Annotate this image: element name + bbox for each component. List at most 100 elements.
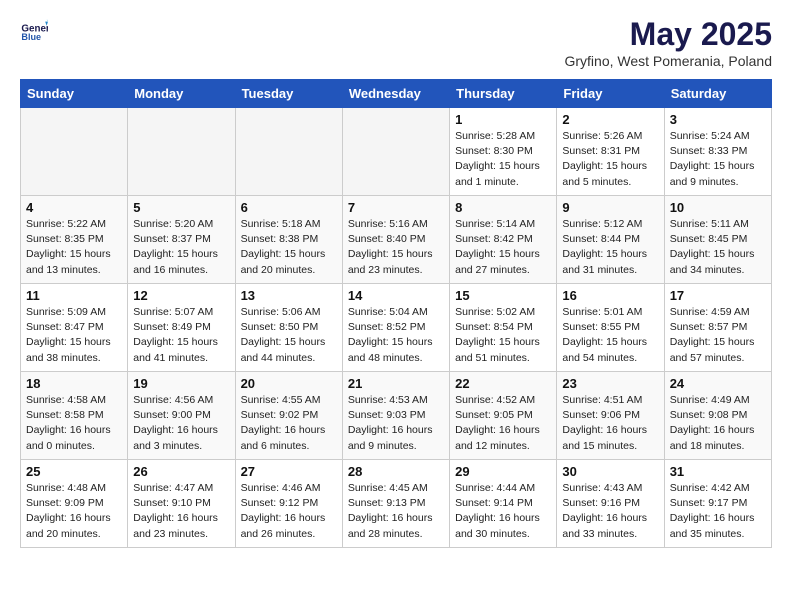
cell-info: Sunrise: 5:04 AMSunset: 8:52 PMDaylight:… — [348, 305, 444, 366]
calendar-cell: 9 Sunrise: 5:12 AMSunset: 8:44 PMDaylight… — [557, 196, 664, 284]
day-number: 12 — [133, 288, 229, 303]
calendar-cell — [235, 108, 342, 196]
calendar-cell: 14 Sunrise: 5:04 AMSunset: 8:52 PMDayligh… — [342, 284, 449, 372]
svg-text:Blue: Blue — [21, 32, 41, 42]
cell-info: Sunrise: 4:52 AMSunset: 9:05 PMDaylight:… — [455, 393, 551, 454]
cell-info: Sunrise: 5:14 AMSunset: 8:42 PMDaylight:… — [455, 217, 551, 278]
month-title: May 2025 — [564, 16, 772, 53]
day-number: 18 — [26, 376, 122, 391]
day-number: 28 — [348, 464, 444, 479]
day-number: 14 — [348, 288, 444, 303]
week-row-5: 25 Sunrise: 4:48 AMSunset: 9:09 PMDayligh… — [21, 460, 772, 548]
day-number: 7 — [348, 200, 444, 215]
calendar-cell: 1Sunrise: 5:28 AMSunset: 8:30 PMDaylight… — [450, 108, 557, 196]
calendar-cell: 11Sunrise: 5:09 AMSunset: 8:47 PMDayligh… — [21, 284, 128, 372]
cell-info: Sunrise: 5:18 AMSunset: 8:38 PMDaylight:… — [241, 217, 337, 278]
calendar-cell: 30 Sunrise: 4:43 AMSunset: 9:16 PMDayligh… — [557, 460, 664, 548]
col-header-wednesday: Wednesday — [342, 80, 449, 108]
cell-info: Sunrise: 5:01 AMSunset: 8:55 PMDaylight:… — [562, 305, 658, 366]
week-row-1: 1Sunrise: 5:28 AMSunset: 8:30 PMDaylight… — [21, 108, 772, 196]
calendar-cell: 28Sunrise: 4:45 AMSunset: 9:13 PMDayligh… — [342, 460, 449, 548]
cell-info: Sunrise: 4:58 AMSunset: 8:58 PMDaylight:… — [26, 393, 122, 454]
calendar-cell: 23 Sunrise: 4:51 AMSunset: 9:06 PMDayligh… — [557, 372, 664, 460]
day-number: 15 — [455, 288, 551, 303]
calendar-cell: 3 Sunrise: 5:24 AMSunset: 8:33 PMDaylight… — [664, 108, 771, 196]
logo: General Blue — [20, 16, 48, 44]
day-number: 27 — [241, 464, 337, 479]
cell-info: Sunrise: 4:53 AMSunset: 9:03 PMDaylight:… — [348, 393, 444, 454]
calendar-cell: 20 Sunrise: 4:55 AMSunset: 9:02 PMDayligh… — [235, 372, 342, 460]
day-number: 21 — [348, 376, 444, 391]
cell-info: Sunrise: 4:51 AMSunset: 9:06 PMDaylight:… — [562, 393, 658, 454]
day-number: 8 — [455, 200, 551, 215]
calendar-cell: 13 Sunrise: 5:06 AMSunset: 8:50 PMDayligh… — [235, 284, 342, 372]
calendar-cell: 10 Sunrise: 5:11 AMSunset: 8:45 PMDayligh… — [664, 196, 771, 284]
col-header-thursday: Thursday — [450, 80, 557, 108]
calendar-cell: 7 Sunrise: 5:16 AMSunset: 8:40 PMDaylight… — [342, 196, 449, 284]
cell-info: Sunrise: 4:43 AMSunset: 9:16 PMDaylight:… — [562, 481, 658, 542]
col-header-monday: Monday — [128, 80, 235, 108]
cell-info: Sunrise: 5:11 AMSunset: 8:45 PMDaylight:… — [670, 217, 766, 278]
col-header-sunday: Sunday — [21, 80, 128, 108]
cell-info: Sunrise: 5:22 AMSunset: 8:35 PMDaylight:… — [26, 217, 122, 278]
calendar-cell: 12 Sunrise: 5:07 AMSunset: 8:49 PMDayligh… — [128, 284, 235, 372]
week-row-3: 11Sunrise: 5:09 AMSunset: 8:47 PMDayligh… — [21, 284, 772, 372]
day-number: 16 — [562, 288, 658, 303]
cell-info: Sunrise: 5:20 AMSunset: 8:37 PMDaylight:… — [133, 217, 229, 278]
calendar-cell: 5Sunrise: 5:20 AMSunset: 8:37 PMDaylight… — [128, 196, 235, 284]
cell-info: Sunrise: 4:42 AMSunset: 9:17 PMDaylight:… — [670, 481, 766, 542]
calendar-table: SundayMondayTuesdayWednesdayThursdayFrid… — [20, 79, 772, 548]
cell-info: Sunrise: 4:55 AMSunset: 9:02 PMDaylight:… — [241, 393, 337, 454]
day-number: 26 — [133, 464, 229, 479]
calendar-cell: 31 Sunrise: 4:42 AMSunset: 9:17 PMDayligh… — [664, 460, 771, 548]
day-number: 10 — [670, 200, 766, 215]
calendar-cell: 24Sunrise: 4:49 AMSunset: 9:08 PMDayligh… — [664, 372, 771, 460]
calendar-cell: 15 Sunrise: 5:02 AMSunset: 8:54 PMDayligh… — [450, 284, 557, 372]
day-number: 25 — [26, 464, 122, 479]
cell-info: Sunrise: 5:02 AMSunset: 8:54 PMDaylight:… — [455, 305, 551, 366]
day-number: 13 — [241, 288, 337, 303]
calendar-cell — [128, 108, 235, 196]
cell-info: Sunrise: 5:06 AMSunset: 8:50 PMDaylight:… — [241, 305, 337, 366]
day-number: 22 — [455, 376, 551, 391]
day-number: 9 — [562, 200, 658, 215]
cell-info: Sunrise: 4:59 AMSunset: 8:57 PMDaylight:… — [670, 305, 766, 366]
col-header-tuesday: Tuesday — [235, 80, 342, 108]
day-number: 30 — [562, 464, 658, 479]
day-number: 31 — [670, 464, 766, 479]
day-number: 1 — [455, 112, 551, 127]
cell-info: Sunrise: 4:48 AMSunset: 9:09 PMDaylight:… — [26, 481, 122, 542]
day-number: 19 — [133, 376, 229, 391]
cell-info: Sunrise: 4:46 AMSunset: 9:12 PMDaylight:… — [241, 481, 337, 542]
day-number: 24 — [670, 376, 766, 391]
calendar-cell: 19Sunrise: 4:56 AMSunset: 9:00 PMDayligh… — [128, 372, 235, 460]
cell-info: Sunrise: 4:44 AMSunset: 9:14 PMDaylight:… — [455, 481, 551, 542]
calendar-cell: 6 Sunrise: 5:18 AMSunset: 8:38 PMDaylight… — [235, 196, 342, 284]
day-number: 11 — [26, 288, 122, 303]
cell-info: Sunrise: 4:47 AMSunset: 9:10 PMDaylight:… — [133, 481, 229, 542]
day-number: 2 — [562, 112, 658, 127]
cell-info: Sunrise: 5:07 AMSunset: 8:49 PMDaylight:… — [133, 305, 229, 366]
day-number: 6 — [241, 200, 337, 215]
calendar-cell: 18 Sunrise: 4:58 AMSunset: 8:58 PMDayligh… — [21, 372, 128, 460]
cell-info: Sunrise: 5:24 AMSunset: 8:33 PMDaylight:… — [670, 129, 766, 190]
calendar-cell: 29Sunrise: 4:44 AMSunset: 9:14 PMDayligh… — [450, 460, 557, 548]
cell-info: Sunrise: 5:12 AMSunset: 8:44 PMDaylight:… — [562, 217, 658, 278]
calendar-cell: 26 Sunrise: 4:47 AMSunset: 9:10 PMDayligh… — [128, 460, 235, 548]
col-header-saturday: Saturday — [664, 80, 771, 108]
header-row: SundayMondayTuesdayWednesdayThursdayFrid… — [21, 80, 772, 108]
calendar-cell: 25 Sunrise: 4:48 AMSunset: 9:09 PMDayligh… — [21, 460, 128, 548]
day-number: 3 — [670, 112, 766, 127]
calendar-cell — [342, 108, 449, 196]
title-area: May 2025 Gryfino, West Pomerania, Poland — [564, 16, 772, 69]
day-number: 4 — [26, 200, 122, 215]
week-row-2: 4 Sunrise: 5:22 AMSunset: 8:35 PMDaylight… — [21, 196, 772, 284]
calendar-cell: 16 Sunrise: 5:01 AMSunset: 8:55 PMDayligh… — [557, 284, 664, 372]
day-number: 20 — [241, 376, 337, 391]
calendar-cell: 4 Sunrise: 5:22 AMSunset: 8:35 PMDaylight… — [21, 196, 128, 284]
subtitle: Gryfino, West Pomerania, Poland — [564, 53, 772, 69]
day-number: 23 — [562, 376, 658, 391]
calendar-cell: 2Sunrise: 5:26 AMSunset: 8:31 PMDaylight… — [557, 108, 664, 196]
cell-info: Sunrise: 5:16 AMSunset: 8:40 PMDaylight:… — [348, 217, 444, 278]
calendar-cell: 27 Sunrise: 4:46 AMSunset: 9:12 PMDayligh… — [235, 460, 342, 548]
